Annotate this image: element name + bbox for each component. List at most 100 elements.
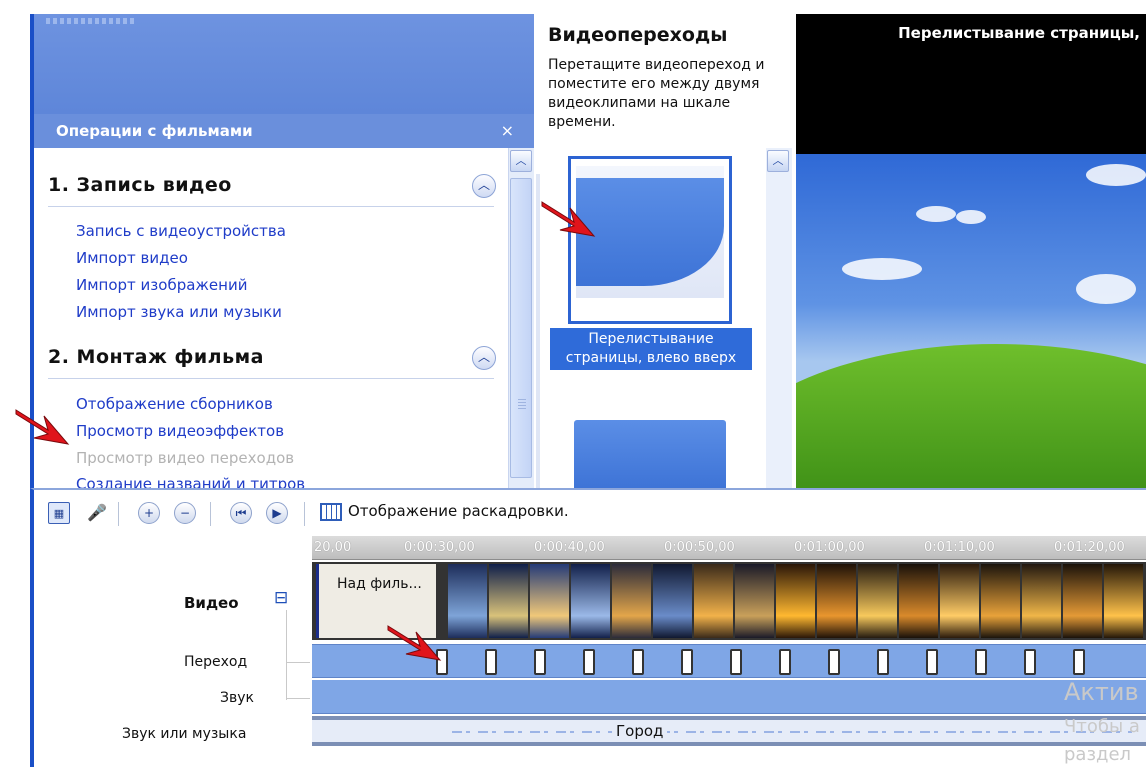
video-clip-frame[interactable] [1063,564,1102,638]
transition-marker[interactable] [632,649,644,675]
cloud [842,258,922,280]
audio-track[interactable] [312,680,1146,714]
zoom-in-icon[interactable]: + [138,502,160,524]
video-clip-frame[interactable] [858,564,897,638]
collapse-chevron-icon[interactable]: ︿ [472,346,496,370]
video-clip-frame[interactable] [940,564,979,638]
toolbar-separator [210,502,211,526]
video-clip-frame[interactable] [448,564,487,638]
tasks-pane-header: Операции с фильмами × [34,114,534,148]
show-storyboard-label: Отображение раскадровки. [348,502,569,520]
ruler-tick: 0:00:50,00 [664,540,735,555]
link-import-video[interactable]: Импорт видео [76,249,188,267]
video-clip-frame[interactable] [612,564,651,638]
collapse-chevron-icon[interactable]: ︿ [472,174,496,198]
preview-image [796,154,1146,488]
activation-watermark: раздел [1064,744,1132,765]
transitions-scrollbar[interactable]: ︿ [766,148,792,488]
video-clip-frame[interactable] [530,564,569,638]
music-track[interactable]: Город [312,716,1146,746]
link-capture-from-device[interactable]: Запись с видеоустройства [76,222,286,240]
transition-marker[interactable] [534,649,546,675]
tasks-scrollbar[interactable]: ︿ [508,148,534,488]
video-clip-frame[interactable] [1104,564,1143,638]
video-clip-frame[interactable] [489,564,528,638]
transition-marker[interactable] [730,649,742,675]
video-clip-frame[interactable] [817,564,856,638]
link-view-effects[interactable]: Просмотр видеоэффектов [76,422,284,440]
video-clip-frame[interactable] [694,564,733,638]
ruler-tick: 0:01:20,00 [1054,540,1125,555]
transition-item-label[interactable]: Перелистывание страницы, влево вверх [550,328,752,370]
video-clip-frame[interactable] [653,564,692,638]
transition-marker[interactable] [681,649,693,675]
show-storyboard-button[interactable]: Отображение раскадровки. [320,502,569,521]
music-clip-label[interactable]: Город [612,722,668,740]
transition-marker[interactable] [485,649,497,675]
toolbar-separator [118,502,119,526]
rewind-icon[interactable]: ⏮ [230,502,252,524]
activation-watermark: Чтобы а [1064,716,1140,737]
red-arrow-icon [541,201,596,237]
transitions-title: Видеопереходы [548,24,728,46]
storyboard-icon[interactable]: ▦ [48,502,70,524]
section-divider [48,378,494,379]
close-icon[interactable]: × [501,114,514,148]
tasks-pane-body: 1. Запись видео ︿ Запись с видеоустройст… [34,148,534,493]
section-title-capture[interactable]: 1. Запись видео [48,174,232,196]
scrollbar-thumb[interactable] [510,178,532,478]
page-curl-preview [576,166,724,298]
preview-title: Перелистывание страницы, [898,24,1140,42]
transition-thumbnail[interactable] [574,420,726,490]
video-clip-frame[interactable] [899,564,938,638]
movie-maker-window: { "tasks_pane": { "header": "Операции с … [0,0,1146,767]
video-clip-frame[interactable] [981,564,1020,638]
toolbar-separator [304,502,305,526]
tree-connector [286,698,310,699]
title-clip-label: Над филь... [337,576,422,592]
transition-thumbnail-selected[interactable] [568,156,732,324]
microphone-icon[interactable]: 🎤 [86,502,108,524]
video-clip-frame[interactable] [776,564,815,638]
collapse-track-icon[interactable]: ⊟ [274,588,288,608]
banner-decoration [46,18,136,24]
filmstrip-icon [320,502,342,521]
play-icon[interactable]: ▶ [266,502,288,524]
video-clip-frame[interactable] [571,564,610,638]
section-title-edit[interactable]: 2. Монтаж фильма [48,346,264,368]
video-clip-frame[interactable] [735,564,774,638]
row-label-video: Видео [184,594,239,612]
movie-tasks-pane: Операции с фильмами × 1. Запись видео ︿ … [30,14,534,493]
link-import-pictures[interactable]: Импорт изображений [76,276,247,294]
link-show-collections[interactable]: Отображение сборников [76,395,273,413]
transition-marker[interactable] [583,649,595,675]
activation-watermark: Актив [1064,678,1139,706]
tasks-pane-title: Операции с фильмами [56,122,253,140]
video-clip-frame[interactable] [1022,564,1061,638]
tasks-pane-banner [34,14,534,114]
transition-marker[interactable] [1073,649,1085,675]
row-label-audio: Звук [220,690,254,706]
row-label-music: Звук или музыка [122,726,247,742]
green-hill [796,344,1146,488]
timeline-panel: ▦ 🎤 + − ⏮ ▶ Отображение раскадровки. 20,… [30,488,1146,767]
scroll-grip [518,399,526,409]
zoom-out-icon[interactable]: − [174,502,196,524]
transition-marker[interactable] [1024,649,1036,675]
timeline-toolbar: ▦ 🎤 + − ⏮ ▶ Отображение раскадровки. [34,498,1146,528]
time-ruler[interactable]: 20,00 0:00:30,00 0:00:40,00 0:00:50,00 0… [312,536,1146,560]
link-view-transitions: Просмотр видео переходов [76,449,295,467]
transition-marker[interactable] [828,649,840,675]
transition-marker[interactable] [779,649,791,675]
link-import-audio[interactable]: Импорт звука или музыки [76,303,282,321]
transitions-description: Перетащите видеопереход и поместите его … [548,57,765,130]
scroll-up-icon[interactable]: ︿ [510,150,532,172]
transition-marker[interactable] [877,649,889,675]
transition-marker[interactable] [926,649,938,675]
scroll-up-icon[interactable]: ︿ [767,150,789,172]
ruler-tick: 0:01:10,00 [924,540,995,555]
cloud [1086,164,1146,186]
ruler-tick: 0:00:30,00 [404,540,475,555]
tree-connector [286,610,287,700]
transition-marker[interactable] [975,649,987,675]
